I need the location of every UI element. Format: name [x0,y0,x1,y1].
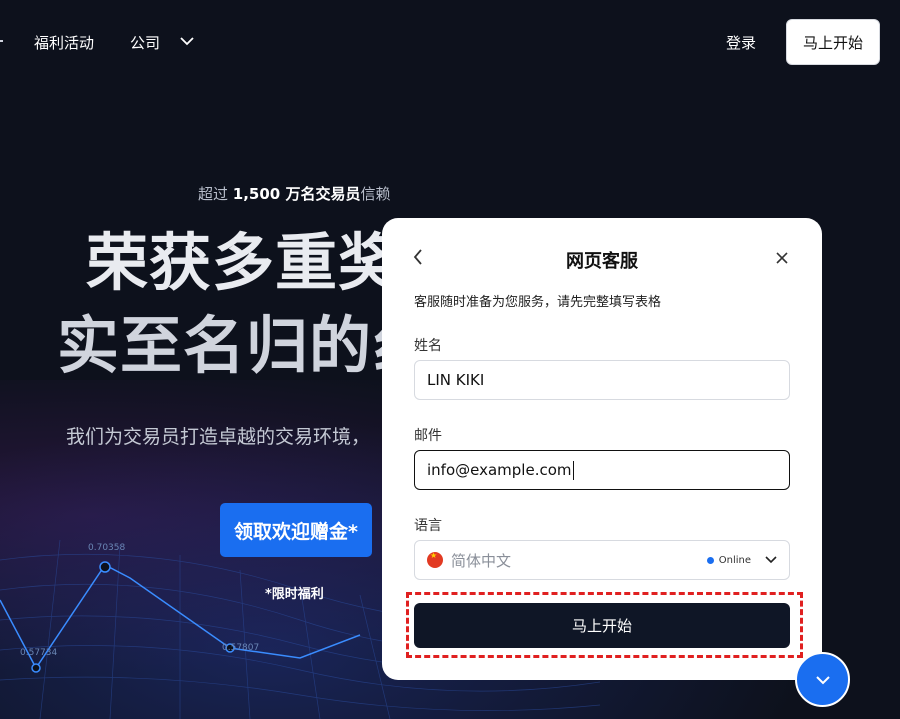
chat-start-button[interactable]: 马上开始 [414,603,790,648]
language-status: Online [706,554,777,566]
chart-value-label: 0.57734 [20,648,58,658]
chevron-down-icon[interactable] [765,556,777,564]
nav-company-link[interactable]: 公司 [130,32,160,53]
online-status-text: Online [718,554,751,566]
hero-title-line-1: 荣获多重奖 [86,226,402,299]
trust-prefix: 超过 [198,185,233,203]
chevron-down-icon [815,675,830,684]
language-label: 语言 [414,518,442,534]
hero-title-line-2: 实至名归的纟 [57,309,436,382]
email-value: info@example.com [427,461,572,479]
language-value: 简体中文 [451,551,512,570]
login-link[interactable]: 登录 [726,32,756,53]
name-value: LIN KIKI [427,371,485,389]
chat-title: 网页客服 [566,251,638,272]
limited-offer-note: *限时福利 [265,587,324,602]
nav-overflow-indicator [0,40,3,42]
online-status-dot [706,556,714,564]
chart-value-label: 0.57807 [222,643,260,653]
start-button[interactable]: 马上开始 [786,19,880,65]
nav-welfare-link[interactable]: 福利活动 [34,32,94,53]
hero-subtitle: 我们为交易员打造卓越的交易环境， [66,426,371,448]
language-select[interactable]: 简体中文 Online [414,540,790,580]
trust-count: 1,500 万名交易员 [232,185,361,203]
live-chat-panel: 网页客服 客服随时准备为您服务，请先完整填写表格 姓名 LIN KIKI 邮件 … [382,218,822,680]
china-flag-icon [427,551,443,568]
chevron-down-icon[interactable] [180,36,194,46]
email-label: 邮件 [414,428,442,444]
top-navigation: 福利活动 公司 登录 马上开始 [0,0,900,86]
trust-line: 超过 1,500 万名交易员信赖 [198,183,390,204]
close-icon[interactable] [775,251,789,265]
email-field[interactable]: info@example.com [414,450,790,490]
chat-description: 客服随时准备为您服务，请先完整填写表格 [414,295,662,310]
chat-toggle-button[interactable] [795,652,850,707]
name-field[interactable]: LIN KIKI [414,360,790,400]
claim-bonus-button[interactable]: 领取欢迎赠金* [220,503,372,557]
text-cursor [572,460,574,480]
language-selected: 简体中文 [427,550,511,571]
name-label: 姓名 [414,338,442,354]
chart-value-label: 0.70358 [88,543,126,553]
trust-suffix: 信赖 [360,185,391,203]
